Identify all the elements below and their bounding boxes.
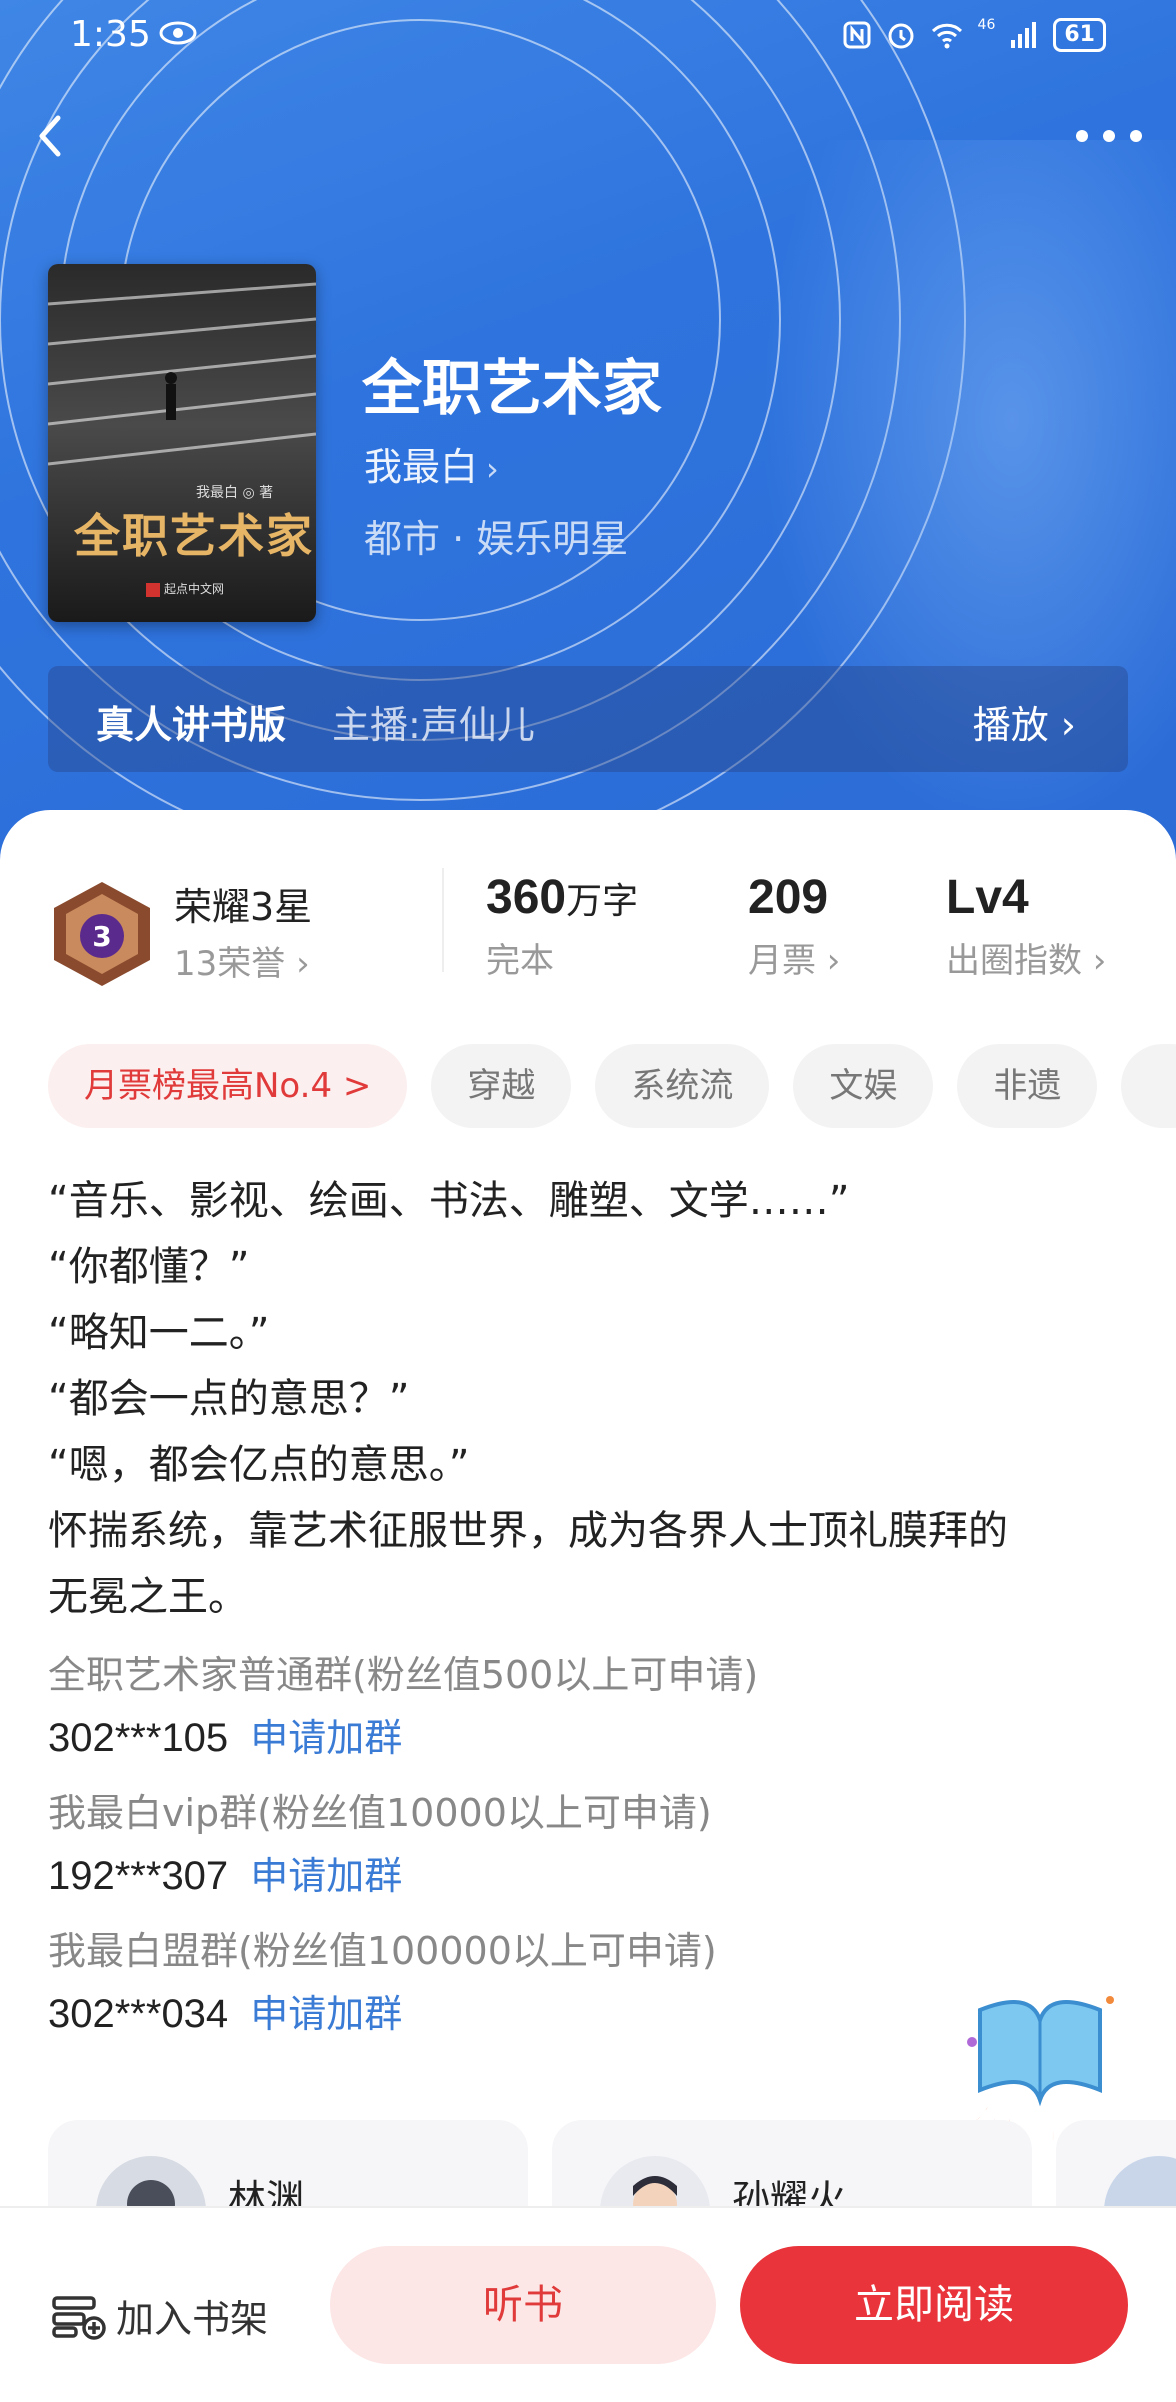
author-link[interactable]: 我最白 › bbox=[364, 436, 499, 491]
description-line: “音乐、影视、绘画、书法、雕塑、文学……” bbox=[48, 1178, 850, 1224]
description-line: 无冕之王。 bbox=[48, 1574, 248, 1620]
play-button[interactable]: 播放 › bbox=[973, 694, 1076, 749]
wifi-icon bbox=[931, 23, 962, 49]
stat-value: 360 bbox=[486, 871, 567, 924]
read-now-button[interactable]: 立即阅读 bbox=[740, 2246, 1128, 2364]
bottom-action-bar: 加入书架 听书 立即阅读 bbox=[0, 2206, 1176, 2402]
badge-level: 3 bbox=[92, 920, 111, 953]
fan-group: 我最白盟群(粉丝值100000以上可申请) 302***034 申请加群 bbox=[48, 1920, 717, 2038]
group-name: 我最白盟群(粉丝值100000以上可申请) bbox=[48, 1929, 717, 1973]
back-arrow-icon[interactable] bbox=[30, 106, 70, 166]
cover-author: 我最白 ◎ 著 bbox=[196, 485, 274, 501]
join-group-link[interactable]: 申请加群 bbox=[250, 1854, 402, 1898]
eye-icon bbox=[159, 21, 197, 45]
cover-art bbox=[48, 282, 316, 466]
book-description[interactable]: “音乐、影视、绘画、书法、雕塑、文学……” “你都懂？” “略知一二。” “都会… bbox=[48, 1168, 1138, 1630]
stat-monthly-tickets[interactable]: 209 月票 › bbox=[748, 870, 840, 982]
status-time: 1:35 bbox=[70, 14, 151, 55]
stat-unit: 万字 bbox=[566, 880, 639, 921]
tag-item[interactable]: 穿越 bbox=[431, 1044, 572, 1128]
add-to-shelf-button[interactable]: 加入书架 bbox=[50, 2288, 268, 2343]
stat-value: Lv4 bbox=[946, 871, 1029, 924]
audio-narrator: 主播:声仙儿 bbox=[332, 703, 535, 747]
nfc-icon bbox=[843, 21, 871, 49]
bookshelf-add-icon bbox=[52, 2295, 106, 2340]
stat-value: 209 bbox=[748, 871, 829, 924]
tag-item[interactable]: 系统流 bbox=[595, 1044, 770, 1128]
chevron-right-icon: › bbox=[486, 450, 499, 488]
join-group-link[interactable]: 申请加群 bbox=[250, 1992, 402, 2036]
tag-item[interactable]: 文娱 bbox=[793, 1044, 934, 1128]
description-line: “略知一二。” bbox=[48, 1310, 270, 1356]
signal-icon bbox=[1011, 22, 1037, 48]
honor-points-link[interactable]: 13荣誉 › bbox=[174, 936, 310, 985]
shelf-label: 加入书架 bbox=[116, 2297, 269, 2341]
status-bar: 1:35 46 61 bbox=[0, 0, 1176, 70]
tag-item[interactable]: 非遗 bbox=[957, 1044, 1098, 1128]
cover-publisher-label: 起点中文网 bbox=[164, 582, 225, 596]
honor-title: 荣耀3星 bbox=[174, 885, 313, 929]
stat-label: 出圈指数 › bbox=[946, 941, 1107, 981]
description-line: “都会一点的意思？” bbox=[48, 1376, 410, 1422]
group-number: 192***307 bbox=[48, 1854, 229, 1898]
group-name: 全职艺术家普通群(粉丝值500以上可申请) bbox=[48, 1653, 759, 1697]
description-line: “嗯，都会亿点的意思。” bbox=[48, 1442, 470, 1488]
fan-group: 我最白vip群(粉丝值10000以上可申请) 192***307 申请加群 bbox=[48, 1782, 712, 1900]
listen-button[interactable]: 听书 bbox=[330, 2246, 716, 2364]
stat-popularity-index[interactable]: Lv4 出圈指数 › bbox=[946, 870, 1106, 982]
join-group-link[interactable]: 申请加群 bbox=[250, 1716, 402, 1760]
group-name: 我最白vip群(粉丝值10000以上可申请) bbox=[48, 1791, 712, 1835]
battery-indicator: 61 bbox=[1053, 18, 1106, 52]
audio-label: 真人讲书版 bbox=[96, 703, 287, 747]
alarm-icon bbox=[888, 23, 914, 49]
character-card[interactable]: 林渊 bbox=[48, 2120, 528, 2220]
audio-book-bar[interactable]: 真人讲书版 主播:声仙儿 播放 › bbox=[48, 666, 1128, 772]
stat-label: 完本 bbox=[486, 941, 554, 981]
book-genre: 都市 · 娱乐明星 bbox=[364, 517, 629, 561]
stat-label: 月票 › bbox=[748, 941, 841, 981]
divider bbox=[442, 868, 444, 972]
author-name: 我最白 bbox=[364, 445, 479, 489]
cover-publisher: 起点中文网 bbox=[146, 580, 224, 597]
cover-title: 全职艺术家 bbox=[74, 509, 314, 563]
character-card-partial[interactable] bbox=[1056, 2120, 1176, 2220]
tag-item-partial[interactable] bbox=[1121, 1044, 1176, 1128]
tag-ranking[interactable]: 月票榜最高No.4 > bbox=[48, 1044, 408, 1128]
book-cover[interactable]: 我最白 ◎ 著 全职艺术家 起点中文网 bbox=[48, 264, 316, 622]
more-options-icon[interactable] bbox=[1072, 118, 1146, 154]
fan-group: 全职艺术家普通群(粉丝值500以上可申请) 302***105 申请加群 bbox=[48, 1644, 758, 1762]
network-label: 46 bbox=[977, 17, 996, 33]
description-line: 怀揣系统，靠艺术征服世界，成为各界人士顶礼膜拜的 bbox=[48, 1508, 1008, 1554]
character-list: 林渊 孙耀火 bbox=[48, 2120, 1176, 2220]
group-number: 302***105 bbox=[48, 1716, 229, 1760]
stat-word-count: 360万字 完本 bbox=[486, 870, 638, 982]
group-number: 302***034 bbox=[48, 1992, 229, 2036]
character-card[interactable]: 孙耀火 bbox=[552, 2120, 1032, 2220]
honor-badge-icon[interactable]: 3 bbox=[50, 880, 154, 988]
description-line: “你都懂？” bbox=[48, 1244, 250, 1290]
book-title: 全职艺术家 bbox=[362, 354, 662, 424]
tag-list: 月票榜最高No.4 > 穿越 系统流 文娱 非遗 bbox=[48, 1044, 1176, 1128]
